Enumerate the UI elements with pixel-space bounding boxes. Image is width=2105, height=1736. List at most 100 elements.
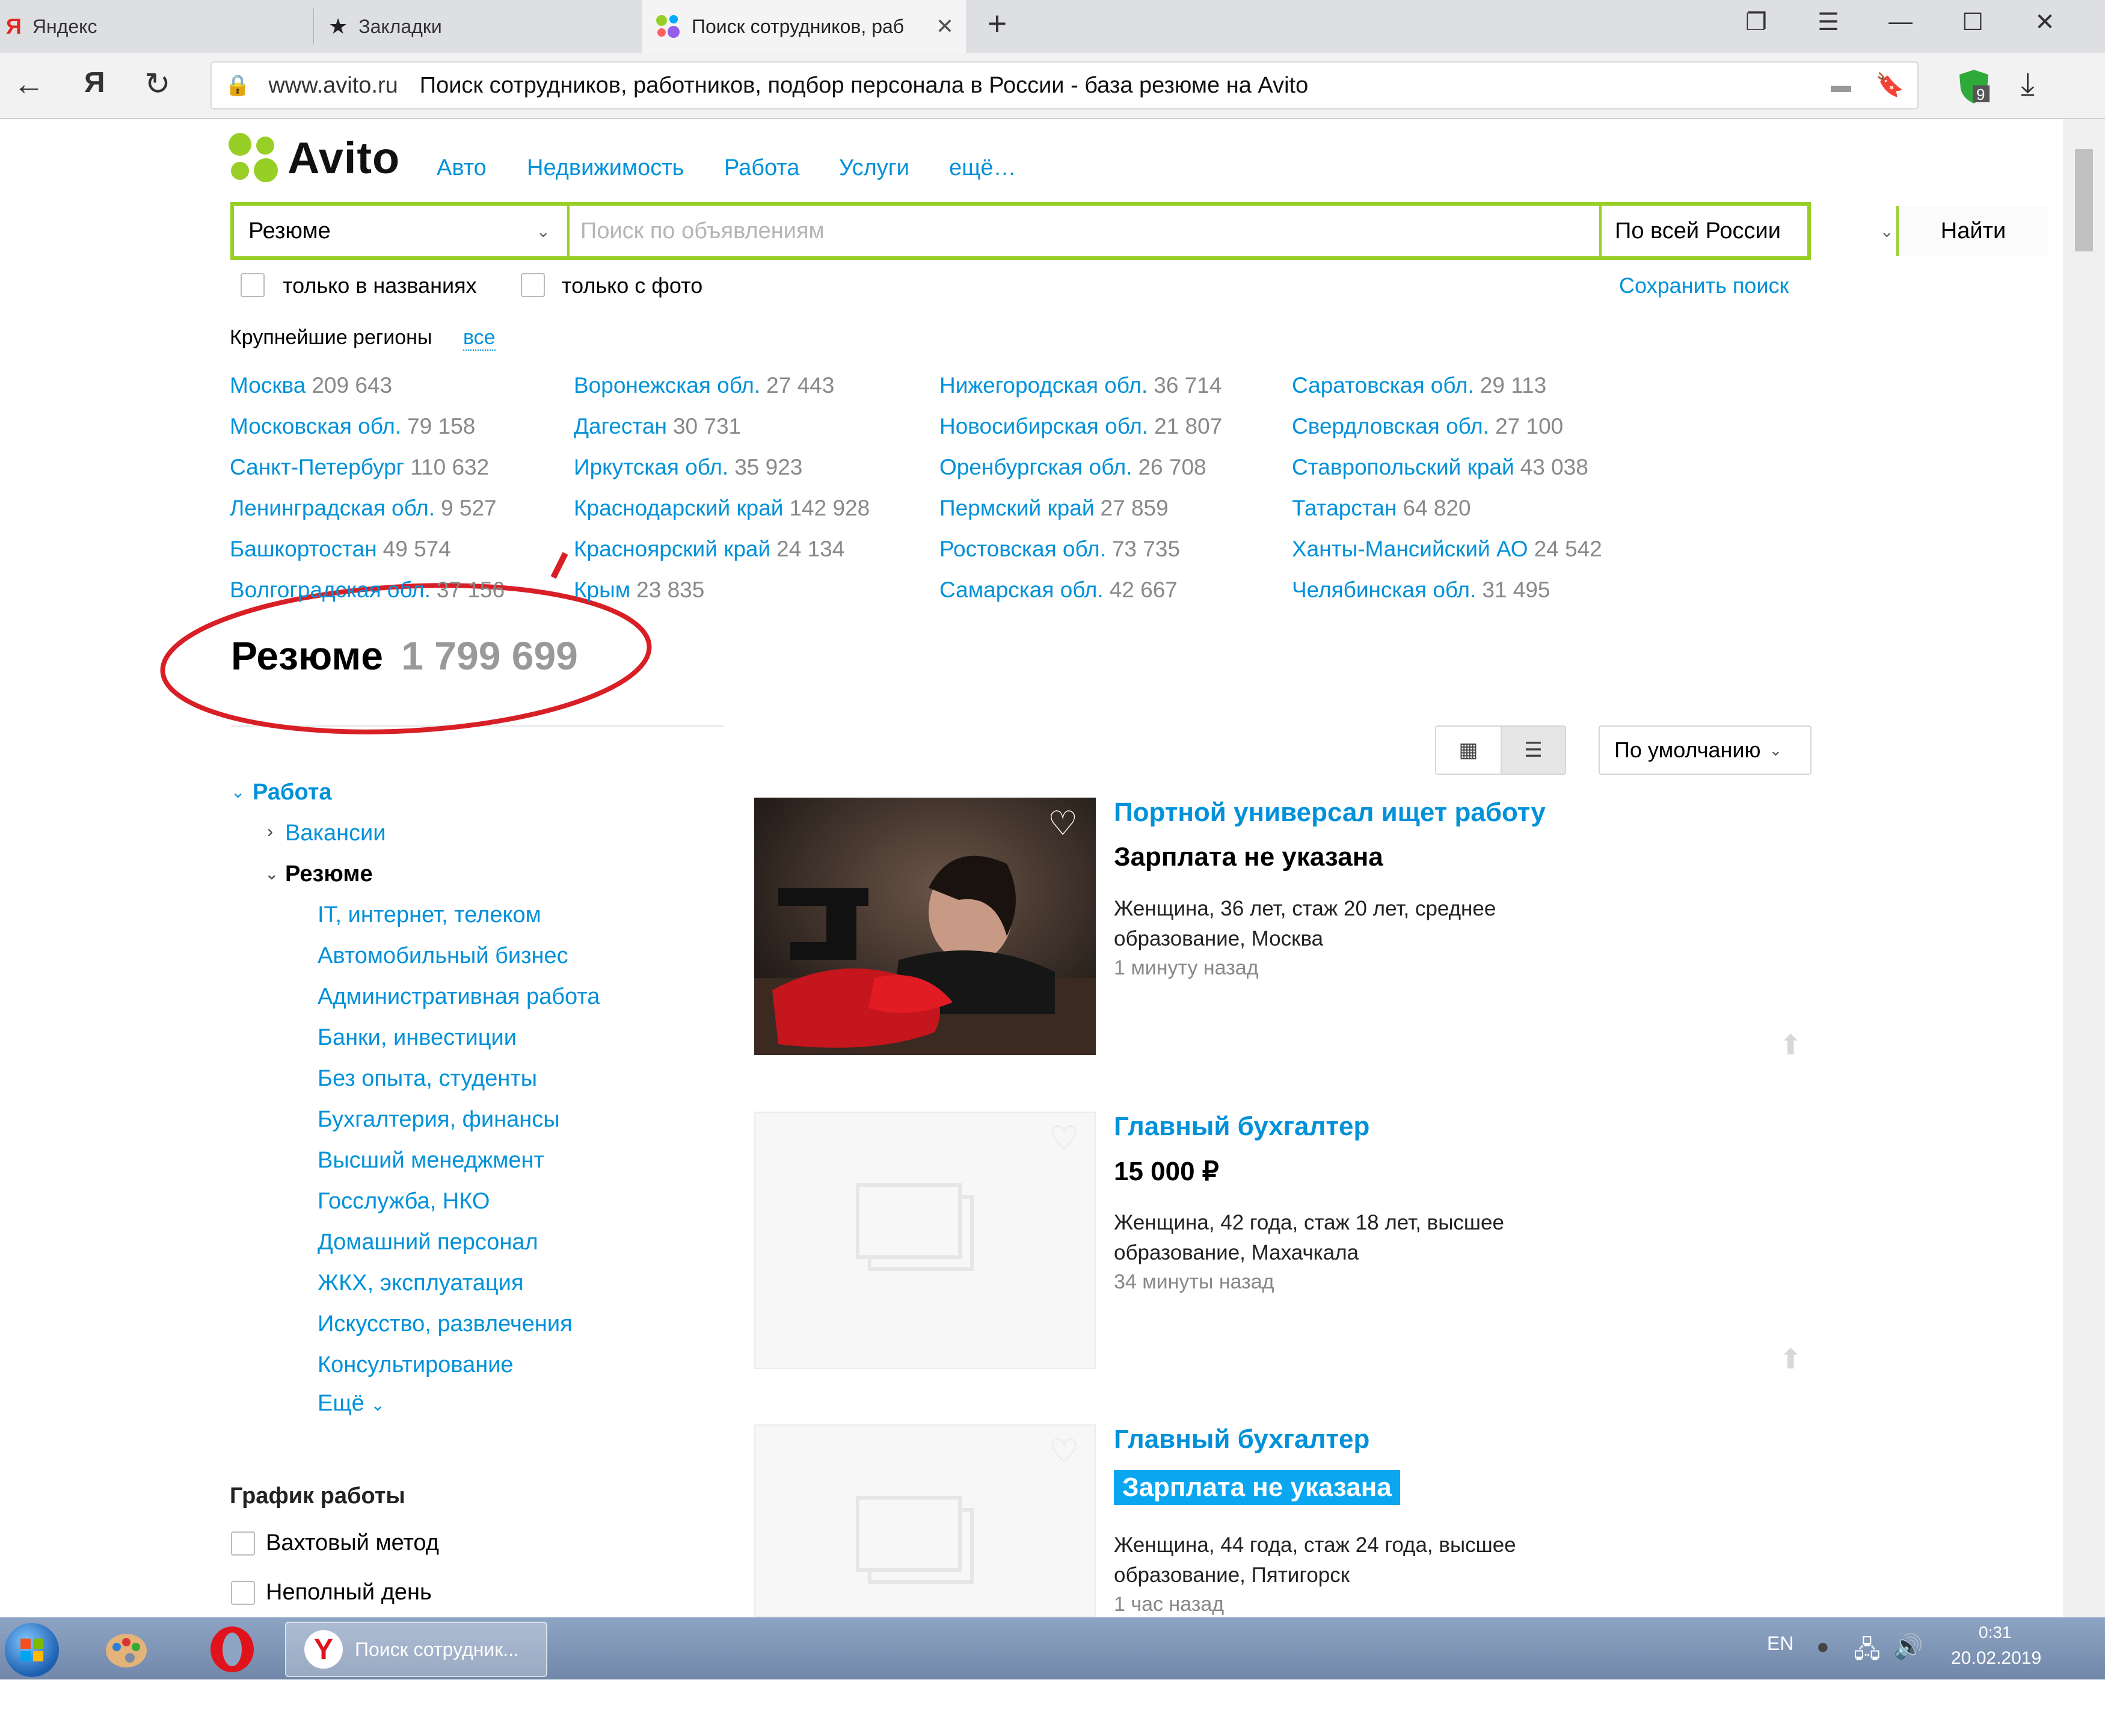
region-link[interactable]: Башкортостан 49 574 — [230, 537, 451, 562]
region-link[interactable]: Татарстан 64 820 — [1292, 496, 1471, 521]
back-icon[interactable]: ← — [13, 66, 45, 102]
search-input[interactable]: Поиск по объявлениям — [580, 206, 1597, 256]
sidebar-category[interactable]: Банки, инвестиции — [318, 1025, 517, 1051]
region-link[interactable]: Краснодарский край 142 928 — [574, 496, 870, 521]
yandex-home-icon[interactable]: Я — [84, 66, 105, 99]
scrollbar-thumb[interactable] — [2075, 149, 2093, 251]
paint-icon[interactable] — [102, 1625, 150, 1673]
regions-all-link[interactable]: все — [463, 326, 496, 351]
favorite-heart-icon[interactable]: ♡ — [1049, 1432, 1079, 1471]
region-link[interactable]: Крым 23 835 — [574, 577, 704, 603]
up-arrow-icon[interactable]: ⬆ — [1779, 1343, 1802, 1375]
sidebar-category[interactable]: Домашний персонал — [318, 1230, 538, 1255]
listing-title[interactable]: Главный бухгалтер — [1114, 1112, 1369, 1142]
protect-extension-icon[interactable]: 9 — [1955, 67, 1993, 114]
listing-photo-placeholder[interactable]: ♡ — [754, 1424, 1096, 1617]
maximize-icon[interactable]: ☐ — [1955, 8, 1991, 36]
region-link[interactable]: Челябинская обл. 31 495 — [1292, 577, 1550, 603]
schedule-checkbox-parttime[interactable] — [231, 1581, 255, 1605]
url-field[interactable]: 🔒 www.avito.ru Поиск сотрудников, работн… — [210, 61, 1919, 109]
location-select[interactable]: По всей России ⌄ — [1615, 206, 1910, 256]
region-link[interactable]: Воронежская обл. 27 443 — [574, 373, 834, 398]
sidebar-category[interactable]: Без опыта, студенты — [318, 1066, 537, 1092]
close-window-icon[interactable]: ✕ — [2027, 8, 2063, 36]
windows-start-icon[interactable] — [5, 1623, 59, 1677]
sidebar-vacancies[interactable]: Вакансии — [285, 820, 386, 846]
download-icon[interactable]: ⤓ — [2021, 66, 2035, 103]
only-photo-checkbox[interactable] — [521, 273, 545, 297]
network-icon[interactable]: 🖧 — [1854, 1633, 1881, 1673]
region-link[interactable]: Нижегородская обл. 36 714 — [939, 373, 1222, 398]
tray-app-icon[interactable]: ● — [1816, 1634, 1830, 1659]
clock-date[interactable]: 20.02.2019 — [1951, 1648, 2041, 1669]
sidebar-category[interactable]: Автомобильный бизнес — [318, 943, 568, 969]
sidebar-more[interactable]: Ещё ⌄ — [318, 1391, 385, 1417]
sidebar-category[interactable]: Госслужба, НКО — [318, 1189, 490, 1214]
favorite-heart-icon[interactable]: ♡ — [1049, 1119, 1079, 1159]
listing-description: Женщина, 36 лет, стаж 20 лет, среднее об… — [1114, 897, 1496, 950]
avito-logo[interactable]: Avito — [229, 132, 400, 183]
nav-job[interactable]: Работа — [724, 155, 799, 181]
sidebar-category[interactable]: ЖКХ, эксплуатация — [318, 1270, 523, 1296]
new-tab-button[interactable]: + — [979, 4, 1015, 43]
region-link[interactable]: Ханты-Мансийский АО 24 542 — [1292, 537, 1602, 562]
nav-more[interactable]: ещё… — [949, 155, 1016, 181]
tab-avito-active[interactable]: Поиск сотрудников, раб ✕ — [642, 0, 966, 53]
sidebar-root-work[interactable]: Работа — [253, 780, 331, 805]
nav-services[interactable]: Услуги — [839, 155, 909, 181]
sidebar-category[interactable]: Консультирование — [318, 1352, 514, 1378]
schedule-checkbox-shift[interactable] — [231, 1531, 255, 1556]
region-link[interactable]: Дагестан 30 731 — [574, 414, 741, 439]
reload-icon[interactable]: ↻ — [144, 66, 171, 102]
region-link[interactable]: Иркутская обл. 35 923 — [574, 455, 802, 480]
nav-auto[interactable]: Авто — [437, 155, 487, 181]
region-link[interactable]: Новосибирская обл. 21 807 — [939, 414, 1222, 439]
region-link[interactable]: Самарская обл. 42 667 — [939, 577, 1178, 603]
save-search-link[interactable]: Сохранить поиск — [1619, 273, 1789, 298]
tab-bookmarks[interactable]: ★ Закладки — [314, 0, 642, 53]
sidebar-category[interactable]: Высший менеджмент — [318, 1148, 544, 1174]
region-link[interactable]: Ростовская обл. 73 735 — [939, 537, 1180, 562]
region-link[interactable]: Красноярский край 24 134 — [574, 537, 844, 562]
grid-view-icon[interactable]: ▦ — [1436, 727, 1501, 774]
category-select[interactable]: Резюме ⌄ — [248, 206, 561, 256]
region-link[interactable]: Свердловская обл. 27 100 — [1292, 414, 1563, 439]
tab-yandex[interactable]: Я Яндекс — [0, 0, 313, 53]
region-link[interactable]: Пермский край 27 859 — [939, 496, 1169, 521]
language-indicator[interactable]: EN — [1767, 1633, 1793, 1655]
close-tab-icon[interactable]: ✕ — [936, 14, 954, 39]
region-link[interactable]: Волгоградская обл. 37 156 — [230, 577, 505, 603]
sidebar-category[interactable]: Бухгалтерия, финансы — [318, 1107, 560, 1133]
favorite-heart-icon[interactable]: ♡ — [1048, 804, 1078, 843]
region-link[interactable]: Саратовская обл. 29 113 — [1292, 373, 1546, 398]
search-button[interactable]: Найти — [1899, 206, 2048, 256]
scrollbar[interactable] — [2063, 119, 2105, 1617]
bookmark-icon[interactable]: 🔖 — [1876, 72, 1904, 99]
sidebar-category[interactable]: Искусство, развлечения — [318, 1311, 573, 1337]
menu-icon[interactable]: ☰ — [1810, 8, 1846, 36]
minimize-icon[interactable]: — — [1882, 8, 1919, 35]
region-link[interactable]: Оренбургская обл. 26 708 — [939, 455, 1206, 480]
sort-select[interactable]: По умолчанию ⌄ — [1599, 725, 1812, 775]
tabs-panel-icon[interactable]: ❐ — [1738, 8, 1774, 36]
listing-title[interactable]: Главный бухгалтер — [1114, 1424, 1369, 1454]
sidebar-category[interactable]: Административная работа — [318, 984, 600, 1010]
listing-photo[interactable]: ♡ — [754, 798, 1096, 1055]
region-link[interactable]: Ленинградская обл. 9 527 — [230, 496, 497, 521]
list-view-icon[interactable]: ☰ — [1500, 727, 1565, 774]
sidebar-resume[interactable]: Резюме — [285, 861, 373, 887]
listing-photo-placeholder[interactable]: ♡ — [754, 1112, 1096, 1369]
region-link[interactable]: Ставропольский край 43 038 — [1292, 455, 1588, 480]
region-link[interactable]: Московская обл. 79 158 — [230, 414, 475, 439]
volume-icon[interactable]: 🔊 — [1893, 1633, 1923, 1661]
listing-title[interactable]: Портной универсал ищет работу — [1114, 798, 1546, 828]
region-link[interactable]: Санкт-Петербург 110 632 — [230, 455, 489, 480]
region-link[interactable]: Москва 209 643 — [230, 373, 392, 398]
taskbar-browser-task[interactable]: Y Поиск сотрудник... — [285, 1622, 547, 1677]
nav-realty[interactable]: Недвижимость — [527, 155, 684, 181]
only-titles-checkbox[interactable] — [241, 273, 265, 297]
opera-icon[interactable] — [207, 1624, 257, 1675]
reader-icon[interactable]: ▬ — [1831, 74, 1851, 97]
up-arrow-icon[interactable]: ⬆ — [1779, 1029, 1802, 1061]
sidebar-category[interactable]: IT, интернет, телеком — [318, 902, 541, 928]
